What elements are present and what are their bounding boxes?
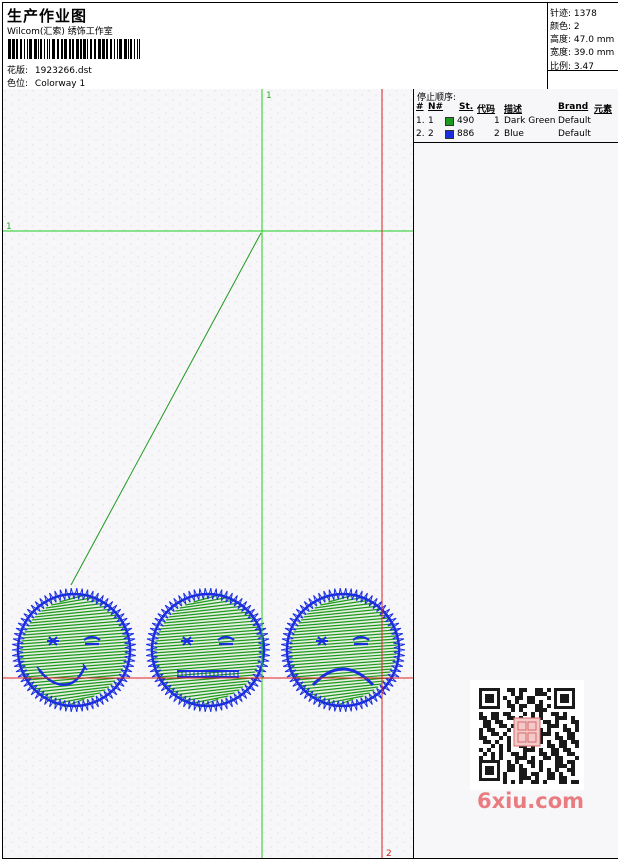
row-brand: Default — [558, 129, 591, 139]
col-header-desc: 描述 — [504, 105, 523, 115]
design-height: 高度: 47.0 mm — [550, 35, 615, 45]
color-swatch — [445, 117, 454, 126]
row-number: 2 — [428, 129, 434, 139]
qr-code-icon — [470, 680, 584, 790]
design-width: 宽度: 39.0 mm — [550, 48, 615, 58]
row-code-num: 886 — [457, 129, 475, 139]
row-index: 1. — [416, 116, 425, 126]
col-header-code: 代码 — [477, 105, 496, 115]
col-header-brand: Brand — [558, 102, 589, 112]
guide-label-top: 1 — [266, 91, 272, 101]
header: 生产作业图 Wilcom(汇索) 绣饰工作室 花版: 1923266.dst 色… — [3, 3, 618, 90]
color-swatch — [445, 130, 454, 139]
guide-label-bottom: 2 — [386, 849, 392, 858]
col-header-stitch: St. — [459, 102, 474, 112]
design-line: 花版: 1923266.dst — [7, 63, 92, 76]
col-header-index: # — [416, 102, 424, 112]
col-header-number: N# — [428, 102, 444, 112]
row-brand: Default — [558, 116, 591, 126]
barcode-icon — [8, 39, 140, 59]
col-header-element: 元素 — [594, 105, 613, 115]
canvas-background — [3, 89, 413, 858]
stitch-count: 针迹: 1378 — [550, 9, 597, 19]
page-title: 生产作业图 — [7, 7, 88, 25]
row-index: 2. — [416, 129, 425, 139]
company-name: Wilcom(汇索) 绣饰工作室 — [7, 27, 113, 37]
stats-panel: 针迹: 1378 颜色: 2 高度: 47.0 mm 宽度: 39.0 mm 比… — [547, 3, 618, 89]
scale-ratio: 比例: 3.47 — [550, 62, 594, 72]
row-code: 2 — [494, 129, 500, 139]
row-code-num: 490 — [457, 116, 475, 126]
design-canvas: 1 1 2 — [3, 89, 413, 859]
row-desc: Dark Green — [504, 116, 556, 126]
watermark: 6xiu.com — [477, 789, 585, 813]
design-label: 花版: — [7, 66, 29, 76]
colorway-label: 色位: — [7, 79, 29, 89]
row-desc: Blue — [504, 129, 524, 139]
row-code: 1 — [494, 116, 500, 126]
row-number: 1 — [428, 116, 434, 126]
color-count: 颜色: 2 — [550, 22, 580, 32]
seal-stamp-icon — [513, 717, 541, 747]
table-divider — [414, 142, 618, 143]
colorway-line: 色位: Colorway 1 — [7, 76, 85, 89]
colorway-value: Colorway 1 — [34, 79, 86, 89]
embroidery-preview: 1 1 2 — [3, 89, 413, 859]
design-value: 1923266.dst — [34, 66, 92, 76]
guide-label-left: 1 — [6, 222, 12, 232]
